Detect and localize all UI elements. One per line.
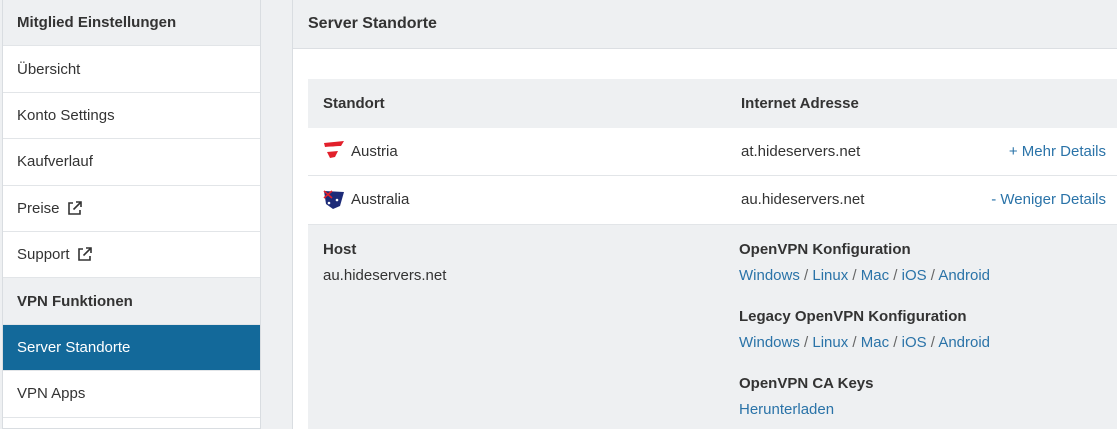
- sidebar-section-title: Mitglied Einstellungen: [17, 14, 177, 32]
- sidebar-item-account-settings[interactable]: Konto Settings: [3, 93, 260, 140]
- host-label: Host: [323, 240, 357, 258]
- legacy-android-link[interactable]: Android: [938, 334, 990, 351]
- address-cell: au.hideservers.net: [741, 191, 865, 209]
- openvpn-config-links: Windows / Linux / Mac / iOS / Android: [739, 266, 991, 284]
- sidebar-item-label: Preise: [17, 199, 60, 217]
- address-cell: at.hideservers.net: [741, 142, 861, 160]
- page-title: Server Standorte: [308, 15, 437, 32]
- australia-flag-icon: [323, 190, 345, 210]
- sidebar-item-label: VPN Apps: [17, 385, 86, 403]
- openvpn-windows-link[interactable]: Windows: [739, 267, 800, 284]
- sidebar-item-label: Kaufverlauf: [17, 153, 93, 171]
- less-details-link[interactable]: - Weniger Details: [991, 191, 1106, 208]
- location-name: Austria: [351, 142, 398, 160]
- sidebar-item-vpn-apps[interactable]: VPN Apps: [3, 371, 260, 418]
- sidebar-item-server-locations[interactable]: Server Standorte: [3, 324, 260, 372]
- legacy-openvpn-config-label: Legacy OpenVPN Konfiguration: [739, 307, 967, 325]
- sidebar-item-label: Server Standorte: [17, 338, 131, 356]
- sidebar-item-support[interactable]: Support: [3, 232, 260, 279]
- openvpn-ios-link[interactable]: iOS: [902, 267, 927, 284]
- host-value: au.hideservers.net: [323, 266, 447, 284]
- sidebar-item-pricing[interactable]: Preise: [3, 186, 260, 232]
- location-name: Australia: [351, 191, 410, 209]
- sidebar-section-vpn-features: VPN Funktionen: [3, 278, 260, 325]
- ca-keys-links: Herunterladen: [739, 401, 834, 418]
- openvpn-android-link[interactable]: Android: [938, 267, 990, 284]
- sidebar: Mitglied Einstellungen Übersicht Konto S…: [2, 0, 261, 429]
- legacy-windows-link[interactable]: Windows: [739, 334, 800, 351]
- external-link-icon: [66, 200, 83, 217]
- column-header-address: Internet Adresse: [741, 94, 859, 112]
- server-details: Host au.hideservers.net OpenVPN Konfigur…: [308, 224, 1117, 429]
- sidebar-section-title: VPN Funktionen: [17, 292, 133, 310]
- server-table: Standort Internet Adresse Austria at.hid…: [308, 79, 1117, 429]
- openvpn-linux-link[interactable]: Linux: [812, 267, 848, 284]
- openvpn-ca-keys-label: OpenVPN CA Keys: [739, 374, 874, 392]
- main-panel: Server Standorte Standort Internet Adres…: [292, 0, 1117, 429]
- sidebar-section-member-settings: Mitglied Einstellungen: [3, 0, 260, 47]
- location-cell: Austria: [323, 141, 398, 161]
- legacy-ios-link[interactable]: iOS: [902, 334, 927, 351]
- sidebar-item-overview[interactable]: Übersicht: [3, 46, 260, 93]
- openvpn-mac-link[interactable]: Mac: [861, 267, 889, 284]
- table-row: Australia au.hideservers.net - Weniger D…: [308, 176, 1117, 225]
- austria-flag-icon: [323, 141, 345, 161]
- legacy-linux-link[interactable]: Linux: [812, 334, 848, 351]
- legacy-mac-link[interactable]: Mac: [861, 334, 889, 351]
- sidebar-item-label: Support: [17, 246, 70, 264]
- external-link-icon: [76, 246, 93, 263]
- more-details-link[interactable]: + Mehr Details: [1009, 143, 1106, 160]
- table-header-row: Standort Internet Adresse: [308, 79, 1117, 128]
- ca-keys-download-link[interactable]: Herunterladen: [739, 401, 834, 418]
- sidebar-item-label: Übersicht: [17, 60, 81, 78]
- table-row: Austria at.hideservers.net + Mehr Detail…: [308, 128, 1117, 176]
- sidebar-item-purchase-history[interactable]: Kaufverlauf: [3, 139, 260, 186]
- location-cell: Australia: [323, 190, 409, 210]
- legacy-openvpn-config-links: Windows / Linux / Mac / iOS / Android: [739, 333, 991, 351]
- column-header-location: Standort: [323, 94, 385, 112]
- openvpn-config-label: OpenVPN Konfiguration: [739, 240, 911, 258]
- panel-header: Server Standorte: [293, 0, 1117, 49]
- sidebar-item-label: Konto Settings: [17, 106, 115, 124]
